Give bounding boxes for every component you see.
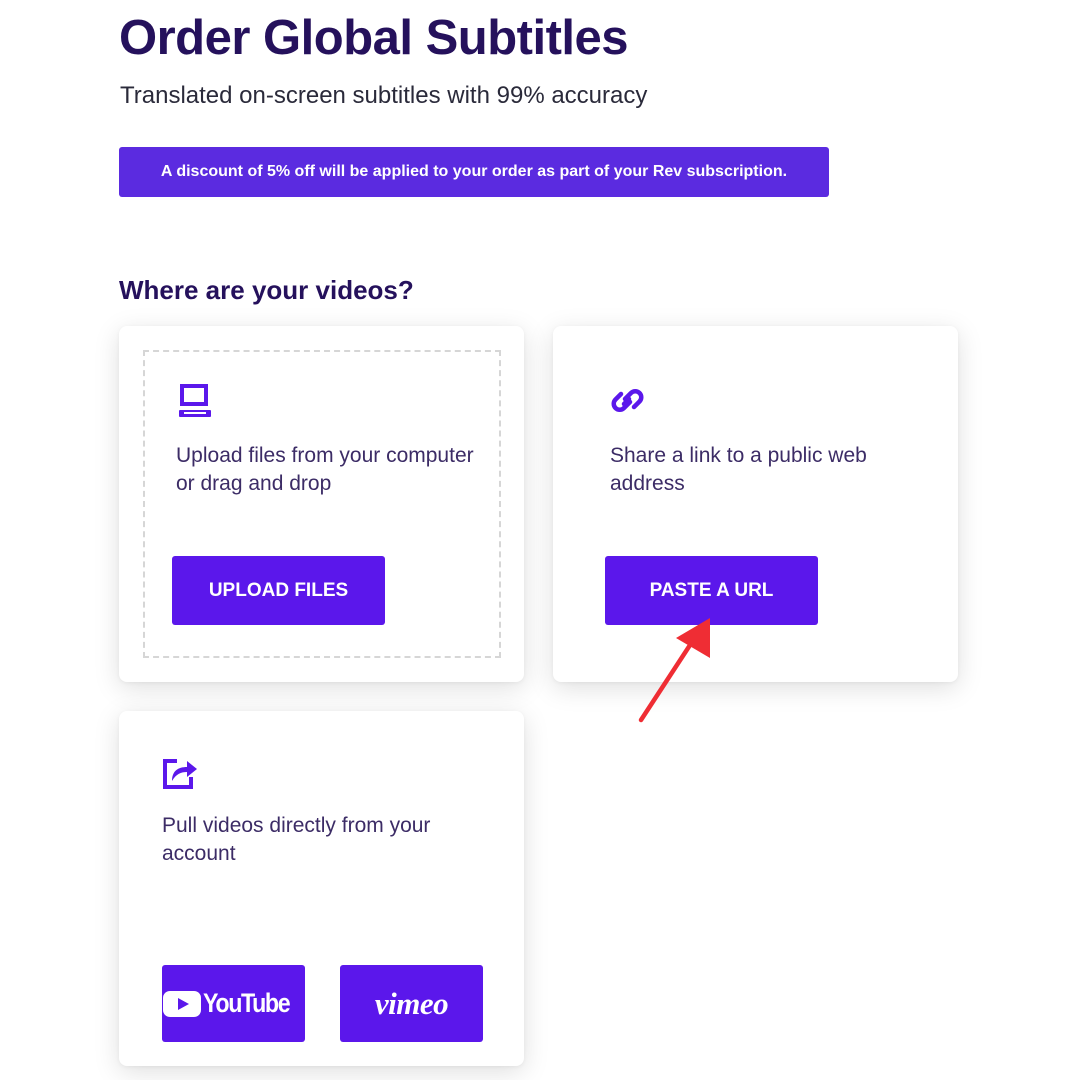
pull-card-text: Pull videos directly from your account <box>162 814 431 865</box>
youtube-logo: YouTube <box>163 988 303 1019</box>
share-export-icon <box>161 753 201 793</box>
section-heading: Where are your videos? <box>119 275 414 305</box>
vimeo-button[interactable]: vimeo <box>340 965 483 1042</box>
laptop-icon <box>175 382 215 422</box>
youtube-button[interactable]: YouTube <box>162 965 305 1042</box>
page-subtitle: Translated on-screen subtitles with 99% … <box>120 82 648 109</box>
order-page: Order Global Subtitles Translated on-scr… <box>0 0 1080 1080</box>
paste-url-button[interactable]: PASTE A URL <box>605 556 818 625</box>
upload-card-text: Upload files from your computer or drag … <box>176 444 474 495</box>
link-icon <box>609 382 649 422</box>
upload-files-button[interactable]: UPLOAD FILES <box>172 556 385 625</box>
paste-url-card[interactable]: Share a link to a public web address PAS… <box>553 326 958 682</box>
pull-videos-card: Pull videos directly from your account Y… <box>119 711 524 1066</box>
youtube-play-icon <box>163 990 202 1017</box>
page-title: Order Global Subtitles <box>119 11 629 65</box>
url-card-text: Share a link to a public web address <box>610 444 867 495</box>
discount-banner: A discount of 5% off will be applied to … <box>119 147 829 197</box>
youtube-label: YouTube <box>203 988 291 1018</box>
vimeo-label: vimeo <box>374 985 449 1021</box>
upload-files-card[interactable]: Upload files from your computer or drag … <box>119 326 524 682</box>
